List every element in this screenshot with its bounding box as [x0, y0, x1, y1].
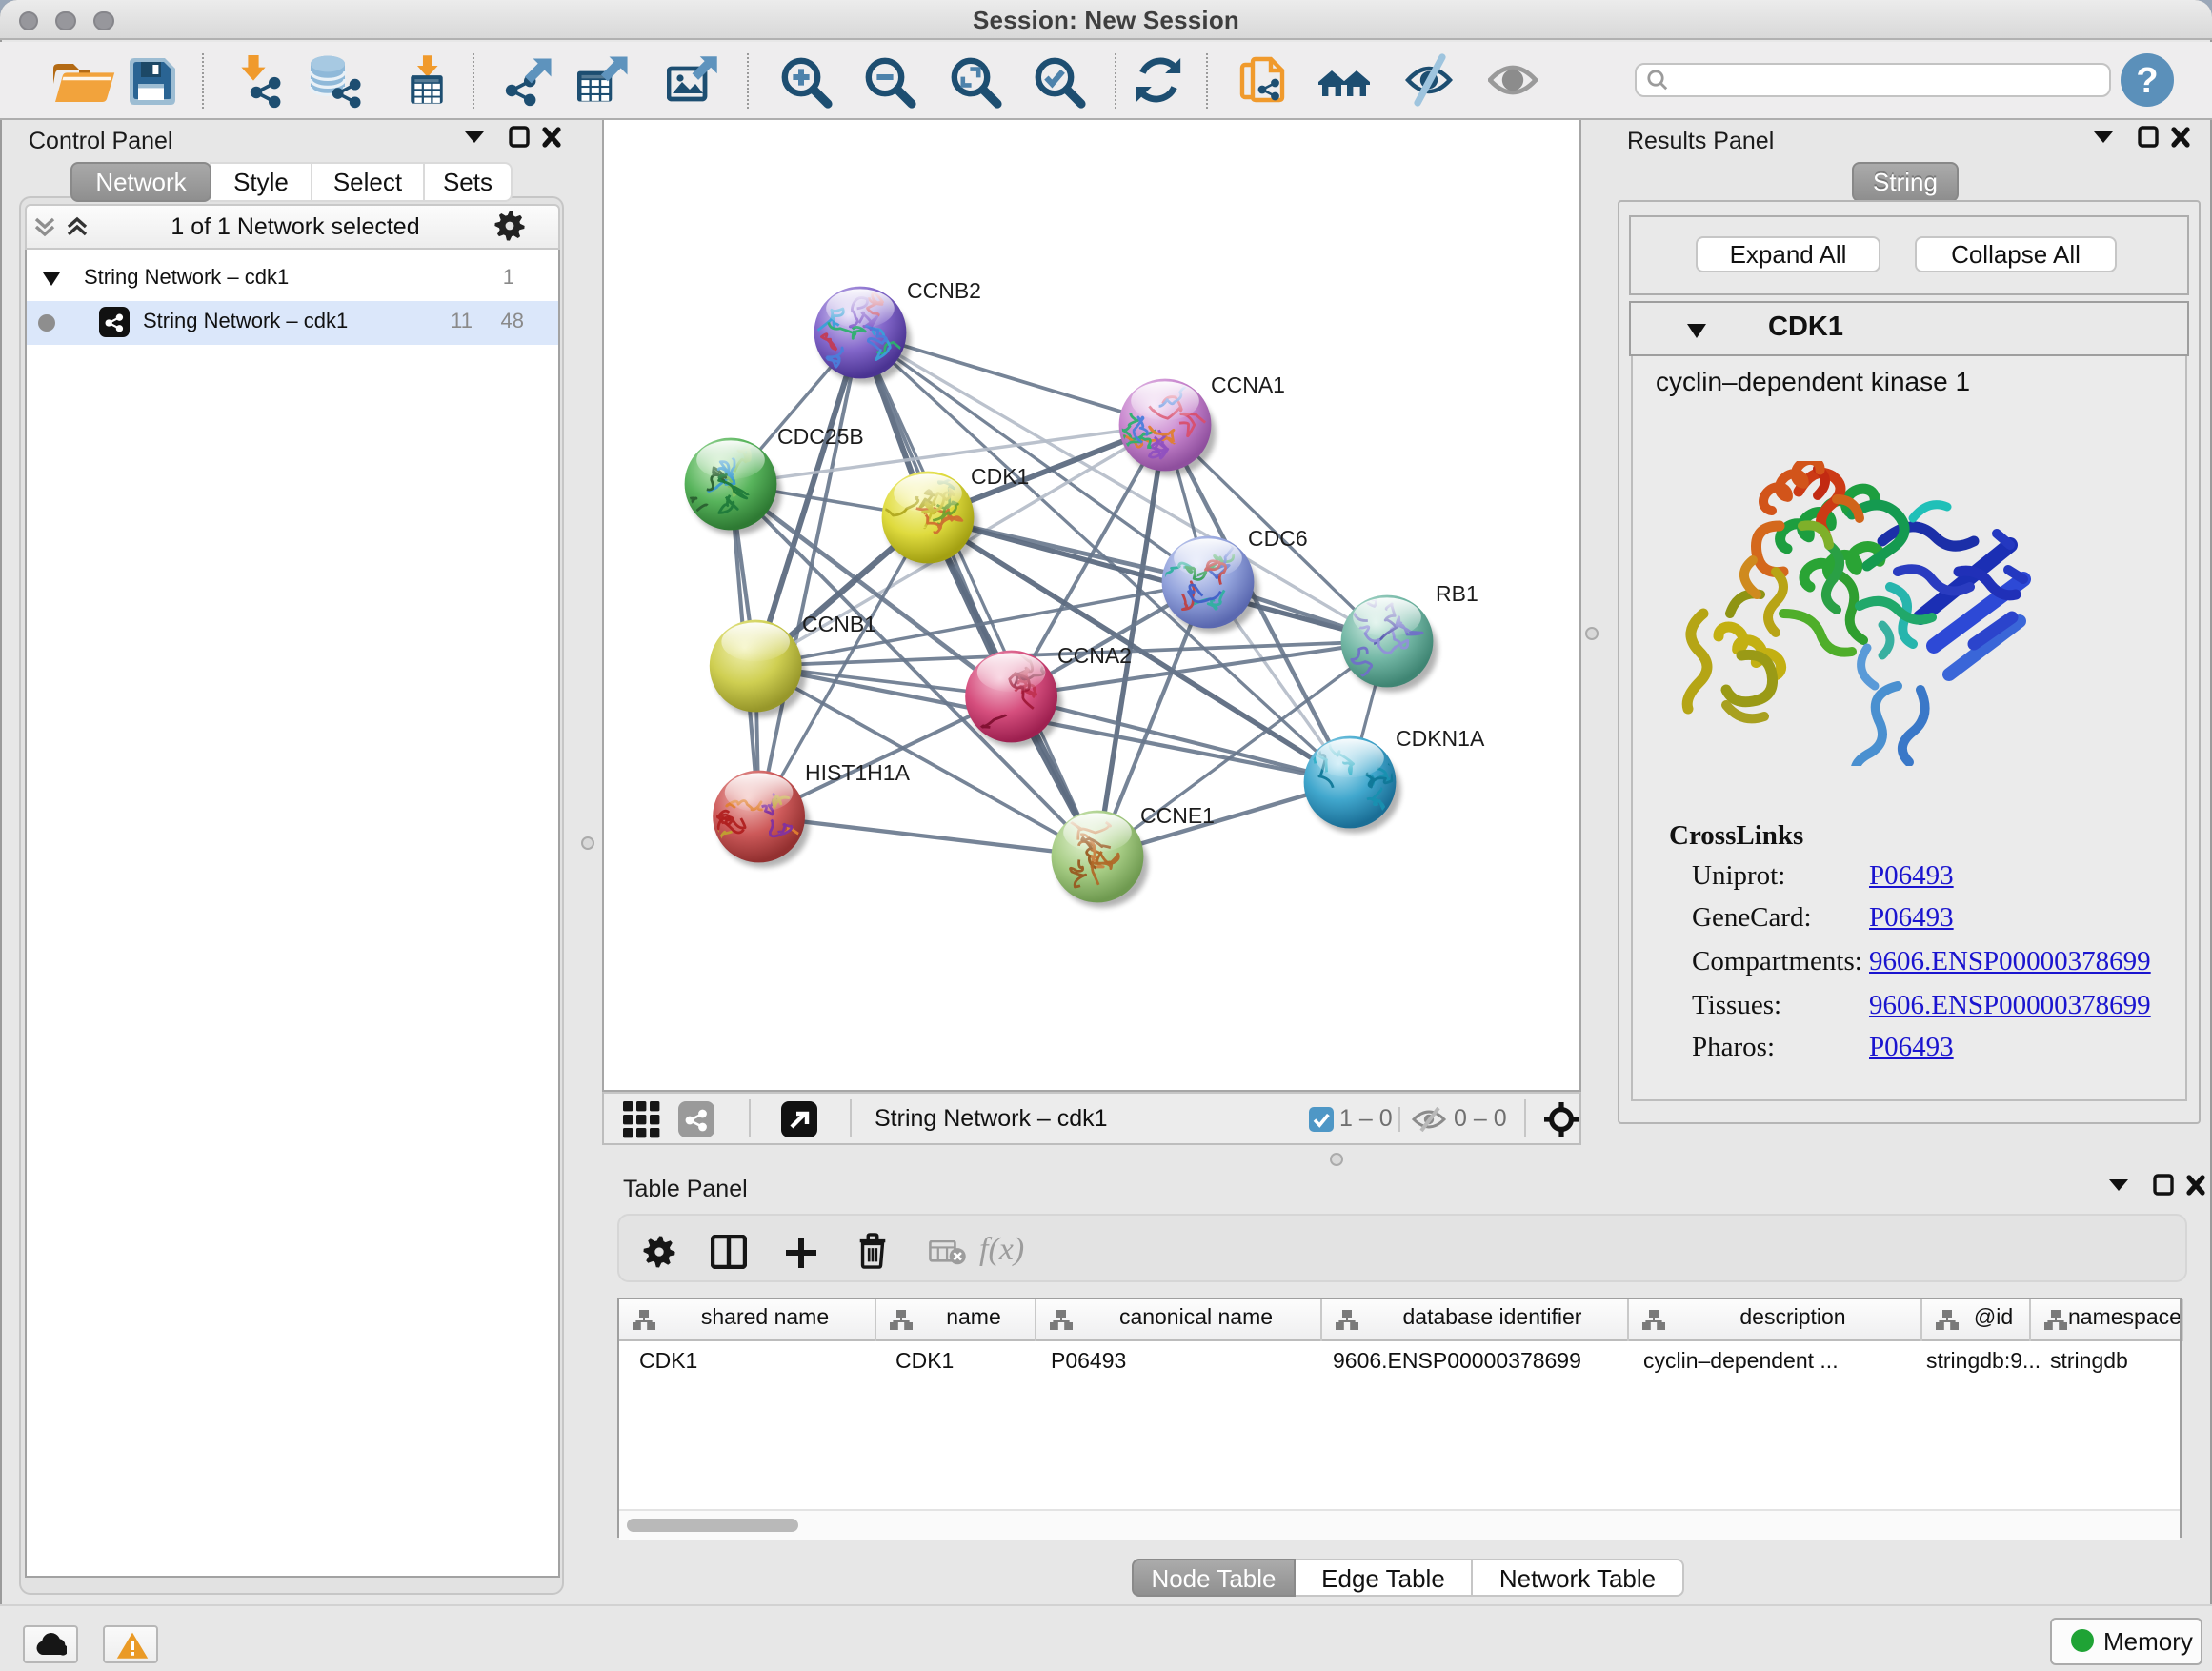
svg-text:CCNE1: CCNE1: [1140, 803, 1215, 828]
svg-text:CDK1: CDK1: [971, 464, 1029, 489]
svg-text:CDC6: CDC6: [1248, 526, 1308, 551]
svg-text:RB1: RB1: [1436, 581, 1478, 606]
svg-text:CDC25B: CDC25B: [777, 424, 864, 449]
svg-text:CCNB1: CCNB1: [802, 612, 876, 636]
svg-text:CCNA1: CCNA1: [1211, 372, 1285, 397]
svg-text:?: ?: [2136, 61, 2158, 101]
svg-text:CCNB2: CCNB2: [907, 278, 981, 303]
svg-text:CDKN1A: CDKN1A: [1396, 726, 1485, 751]
svg-text:CCNA2: CCNA2: [1057, 643, 1132, 668]
svg-text:HIST1H1A: HIST1H1A: [805, 760, 911, 785]
